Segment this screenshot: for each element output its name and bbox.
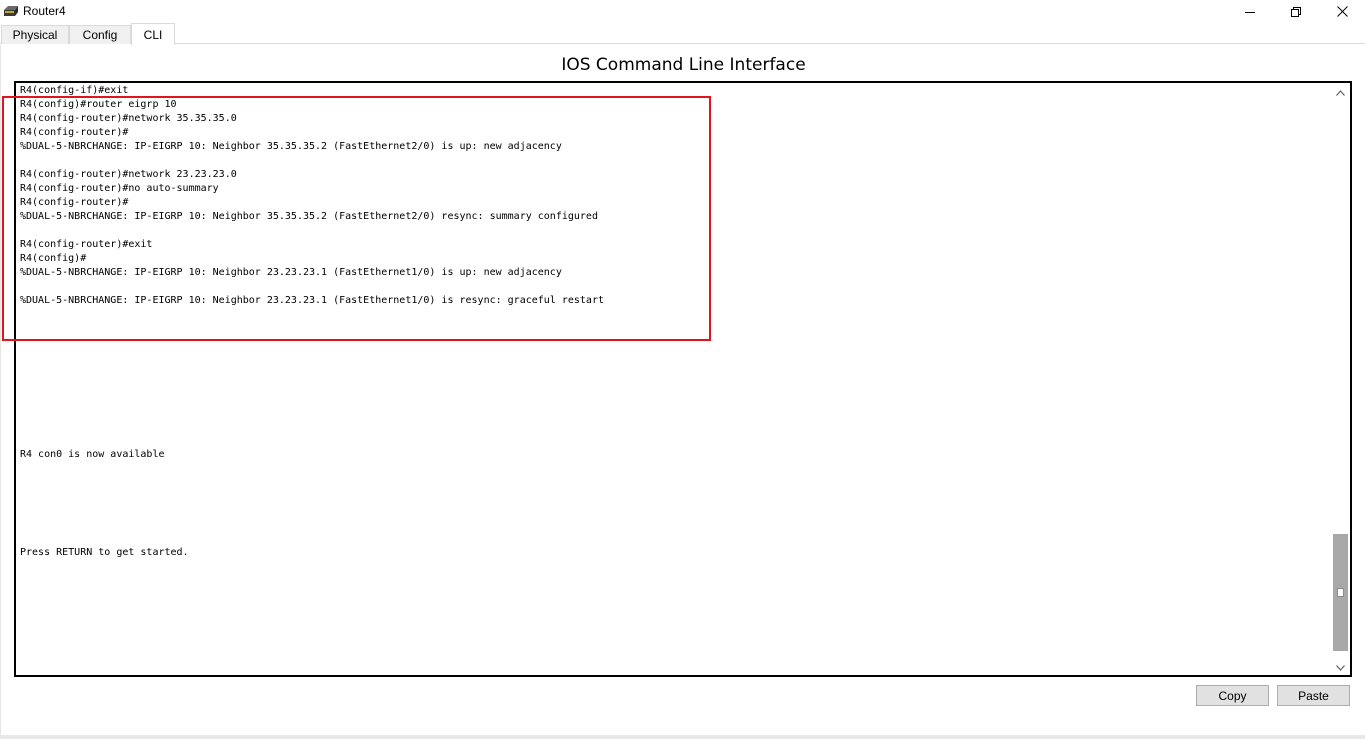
terminal-line: R4(config-router)#no auto-summary	[20, 183, 219, 194]
scroll-up-button[interactable]	[1332, 83, 1349, 100]
terminal-line: %DUAL-5-NBRCHANGE: IP-EIGRP 10: Neighbor…	[20, 267, 562, 278]
tab-cli[interactable]: CLI	[131, 23, 175, 45]
minimize-button[interactable]	[1227, 0, 1273, 23]
terminal-line: R4(config-router)#	[20, 127, 129, 138]
scroll-thumb[interactable]	[1333, 534, 1348, 651]
close-button[interactable]	[1319, 0, 1365, 23]
chevron-up-icon	[1336, 83, 1345, 101]
scroll-down-button[interactable]	[1332, 658, 1349, 675]
copy-button[interactable]: Copy	[1196, 685, 1269, 706]
terminal-line: R4 con0 is now available	[20, 449, 165, 460]
chevron-down-icon	[1336, 658, 1345, 676]
terminal-line: %DUAL-5-NBRCHANGE: IP-EIGRP 10: Neighbor…	[20, 211, 598, 222]
window-title: Router4	[23, 4, 66, 18]
minimize-icon	[1245, 7, 1255, 17]
cli-heading: IOS Command Line Interface	[561, 55, 806, 75]
terminal-line: R4(config-router)#	[20, 197, 129, 208]
cli-terminal[interactable]: R4(config-if)#exit R4(config)#router eigr…	[14, 81, 1352, 677]
terminal-line: R4(config-if)#exit	[20, 85, 129, 96]
scroll-grip-icon	[1337, 588, 1344, 597]
terminal-line: %DUAL-5-NBRCHANGE: IP-EIGRP 10: Neighbor…	[20, 295, 604, 306]
terminal-line: R4(config-router)#network 35.35.35.0	[20, 113, 237, 124]
terminal-output: R4(config-if)#exit R4(config)#router eigr…	[20, 84, 1330, 560]
router-icon	[3, 3, 19, 19]
paste-button[interactable]: Paste	[1277, 685, 1350, 706]
restore-button[interactable]	[1273, 0, 1319, 23]
cli-panel: IOS Command Line Interface R4(config-if)…	[0, 45, 1365, 735]
bottom-edge	[0, 735, 1365, 739]
tab-physical[interactable]: Physical	[1, 25, 69, 44]
terminal-scrollbar[interactable]	[1332, 83, 1349, 675]
title-bar: Router4	[0, 0, 1365, 23]
terminal-line: Press RETURN to get started.	[20, 547, 189, 558]
tab-bar: Physical Config CLI	[0, 23, 1365, 45]
terminal-line: R4(config-router)#network 23.23.23.0	[20, 169, 237, 180]
terminal-line: R4(config)#router eigrp 10	[20, 99, 177, 110]
router-window: Router4 Physical Config CLI IOS Command …	[0, 0, 1365, 739]
terminal-line: R4(config-router)#exit	[20, 239, 153, 250]
tab-config[interactable]: Config	[69, 25, 131, 44]
terminal-line: %DUAL-5-NBRCHANGE: IP-EIGRP 10: Neighbor…	[20, 141, 562, 152]
terminal-line: R4(config)#	[20, 253, 87, 264]
close-icon	[1336, 6, 1348, 17]
restore-icon	[1291, 6, 1301, 17]
